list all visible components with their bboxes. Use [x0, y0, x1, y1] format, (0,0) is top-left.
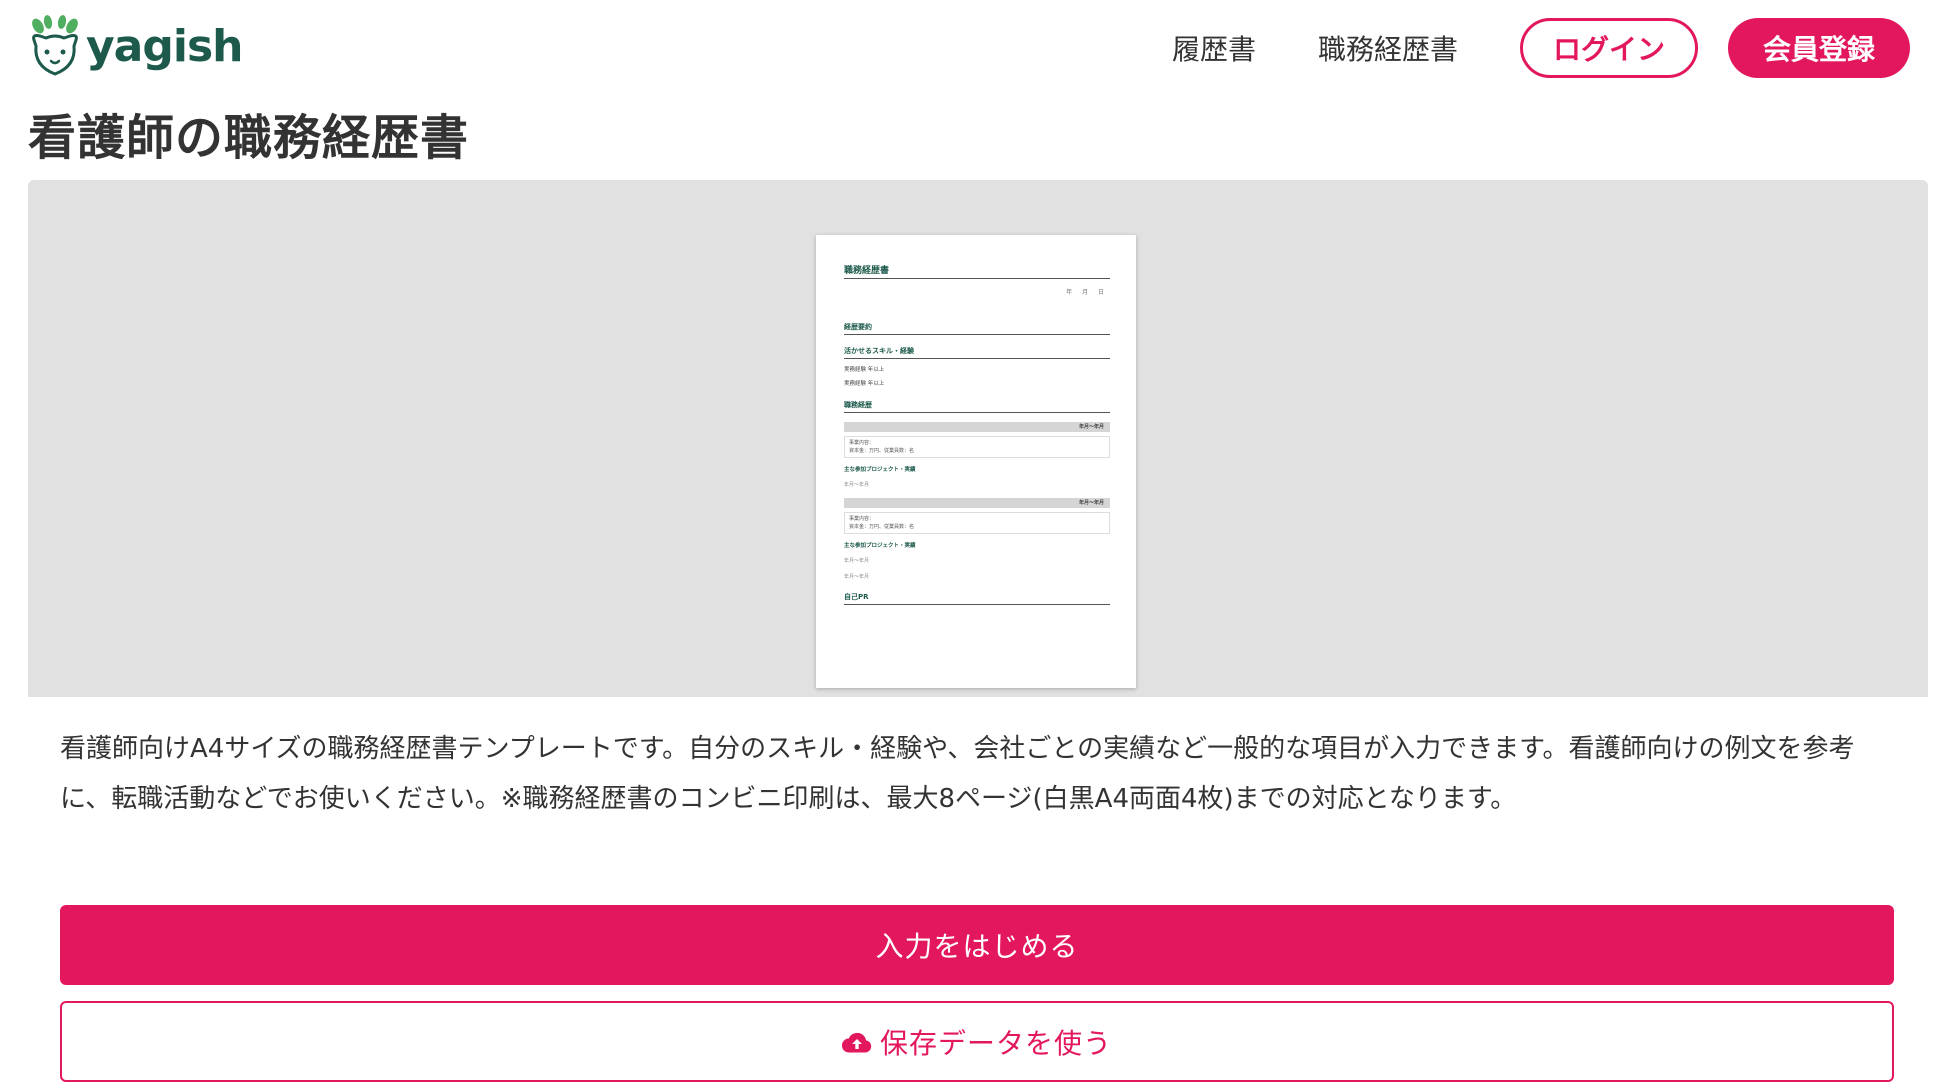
preview-divider [844, 278, 1110, 279]
preview-project-item: 年月～年月 [844, 558, 870, 564]
preview-period-bar: 年月～年月 [844, 422, 1110, 432]
goat-mascot-icon [32, 15, 78, 76]
preview-section-summary: 経歴要約 [844, 323, 872, 331]
use-saved-data-button[interactable]: 保存データを使う [60, 1001, 1894, 1082]
nav-link-rirekisho[interactable]: 履歴書 [1172, 28, 1256, 68]
use-saved-data-label: 保存データを使う [879, 1026, 1112, 1060]
template-preview-page: 職務経歴書 年 月 日 経歴要約 活かせるスキル・経験 実務経験 年以上 実務経… [816, 235, 1136, 688]
preview-company-line: 事業内容： [849, 440, 875, 446]
start-input-button[interactable]: 入力をはじめる [60, 905, 1894, 985]
logo[interactable]: yagish [28, 14, 243, 80]
preview-divider [844, 334, 1110, 335]
login-button[interactable]: ログイン [1520, 18, 1698, 78]
page-title: 看護師の職務経歴書 [28, 110, 470, 166]
preview-skill-line: 実務経験 年以上 [844, 367, 885, 373]
header: yagish 履歴書 職務経歴書 ログイン 会員登録 [0, 0, 1940, 100]
preview-project-item: 年月～年月 [844, 482, 870, 488]
preview-company-line: 資本金：万円、従業員数：名 [849, 448, 915, 454]
preview-section-skills: 活かせるスキル・経験 [844, 347, 914, 355]
main-nav: 履歴書 職務経歴書 ログイン 会員登録 [1172, 16, 1910, 80]
preview-doc-title: 職務経歴書 [844, 266, 890, 276]
template-preview-area: 職務経歴書 年 月 日 経歴要約 活かせるスキル・経験 実務経験 年以上 実務経… [28, 180, 1928, 697]
preview-project-heading: 主な参加プロジェクト・実績 [844, 467, 916, 473]
cloud-upload-icon [841, 1032, 872, 1053]
start-input-label: 入力をはじめる [875, 930, 1079, 963]
preview-date: 年 月 日 [1066, 289, 1108, 296]
preview-divider [844, 358, 1110, 359]
preview-company-box: 事業内容： 資本金：万円、従業員数：名 [844, 436, 1110, 458]
preview-period: 年月～年月 [1078, 424, 1104, 430]
register-button[interactable]: 会員登録 [1728, 18, 1910, 78]
preview-project-item: 年月～年月 [844, 574, 870, 580]
preview-skill-line: 実務経験 年以上 [844, 381, 885, 387]
template-description: 看護師向けA4サイズの職務経歴書テンプレートです。自分のスキル・経験や、会社ごと… [60, 734, 1855, 814]
preview-divider [844, 412, 1110, 413]
nav-link-shokumukeirekisho[interactable]: 職務経歴書 [1318, 28, 1458, 68]
preview-period-bar: 年月～年月 [844, 498, 1110, 508]
preview-divider [844, 604, 1110, 605]
preview-company-line: 事業内容： [849, 516, 875, 522]
preview-period: 年月～年月 [1078, 500, 1104, 506]
logo-text: yagish [86, 21, 243, 72]
preview-section-pr: 自己PR [844, 593, 869, 601]
preview-project-heading: 主な参加プロジェクト・実績 [844, 543, 916, 549]
preview-company-box: 事業内容： 資本金：万円、従業員数：名 [844, 512, 1110, 534]
preview-section-history: 職務経歴 [844, 401, 872, 409]
preview-company-line: 資本金：万円、従業員数：名 [849, 524, 915, 530]
